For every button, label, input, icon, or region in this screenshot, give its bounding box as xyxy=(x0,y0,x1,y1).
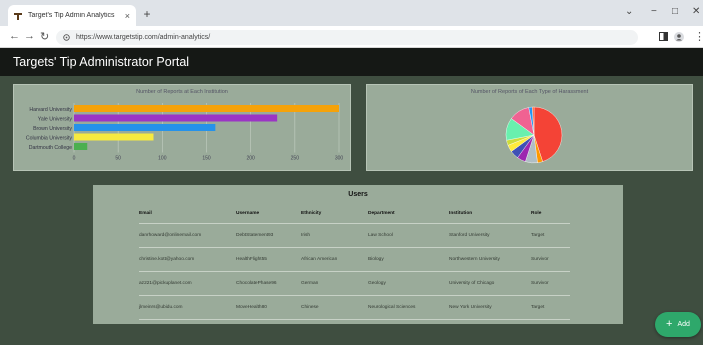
cell-department: Biology xyxy=(368,247,449,272)
bar xyxy=(74,105,339,112)
category-label: Brown University xyxy=(33,126,72,132)
bar xyxy=(74,143,88,150)
cell-ethnicity: African American xyxy=(301,247,368,272)
site-favicon-icon xyxy=(14,12,22,20)
table-row[interactable]: jlmeinrs@ubidu.com MoveHealth80 Chinese … xyxy=(139,295,570,320)
new-tab-button[interactable]: + xyxy=(140,7,154,21)
browser-tab-bar: Target's Tip Admin Analytics × + ⌄ − □ ✕ xyxy=(0,0,703,26)
cell-ethnicity: German xyxy=(301,271,368,296)
cell-role: Target xyxy=(531,295,570,320)
address-bar[interactable]: https://www.targetstip.com/admin-analyti… xyxy=(56,30,638,45)
cell-username: ChocolatePhase96 xyxy=(236,271,301,296)
back-icon[interactable]: ← xyxy=(9,30,20,42)
minimize-icon[interactable]: − xyxy=(651,6,657,17)
cell-department: Law School xyxy=(368,223,449,248)
x-tick-label: 150 xyxy=(202,156,211,162)
users-table: Email Username Ethnicity Department Inst… xyxy=(139,205,570,320)
forward-icon[interactable]: → xyxy=(24,30,35,42)
cell-email: az221@pickuplanet.com xyxy=(139,271,236,296)
category-label: Yale University xyxy=(38,117,73,123)
cell-institution: Stanford University xyxy=(449,223,531,248)
cell-email: danrhoward@onlinemail.com xyxy=(139,223,236,248)
institution-bar-chart: 0 50 100 150 200 250 300 Harvard University Yale… xyxy=(26,103,344,162)
cell-institution: Northwestern University xyxy=(449,247,531,272)
x-tick-label: 200 xyxy=(246,156,255,162)
x-tick-label: 100 xyxy=(158,156,167,162)
cell-department: Neurological Sciences xyxy=(368,295,449,320)
app-header: Targets' Tip Administrator Portal xyxy=(0,48,703,76)
browser-menu-icon[interactable]: ⋮ xyxy=(694,30,703,43)
cell-role: Survivor xyxy=(531,271,570,296)
x-tick-label: 50 xyxy=(115,156,121,162)
browser-tab[interactable]: Target's Tip Admin Analytics × xyxy=(8,5,136,26)
cell-username: MoveHealth80 xyxy=(236,295,301,320)
column-header-department[interactable]: Department xyxy=(368,205,449,224)
table-header-row: Email Username Ethnicity Department Inst… xyxy=(139,205,570,224)
column-header-ethnicity[interactable]: Ethnicity xyxy=(301,205,368,224)
cell-email: jlmeinrs@ubidu.com xyxy=(139,295,236,320)
users-card: Users Email Username Ethnicity Departmen… xyxy=(93,185,623,324)
plus-icon: + xyxy=(666,318,673,330)
sidebar-toggle-icon[interactable] xyxy=(659,32,668,41)
url-text: https://www.targetstip.com/admin-analyti… xyxy=(76,34,211,41)
profile-avatar-icon[interactable] xyxy=(674,32,684,42)
harassment-pie-chart xyxy=(505,106,563,164)
cell-email: christine.kott@yahoo.com xyxy=(139,247,236,272)
bar xyxy=(74,124,216,131)
table-row[interactable]: danrhoward@onlinemail.com DebtStatement9… xyxy=(139,223,570,248)
bar xyxy=(74,133,154,141)
browser-tab-title: Target's Tip Admin Analytics xyxy=(28,12,115,19)
column-header-role[interactable]: Role xyxy=(531,205,570,224)
x-tick-label: 250 xyxy=(291,156,300,162)
close-window-icon[interactable]: ✕ xyxy=(692,6,700,17)
page-title: Targets' Tip Administrator Portal xyxy=(13,55,190,69)
cell-institution: University of Chicago xyxy=(449,271,531,296)
reload-icon[interactable]: ↻ xyxy=(40,30,49,43)
table-row[interactable]: christine.kott@yahoo.com HealthFlight55 … xyxy=(139,247,570,272)
browser-toolbar: ← → ↻ https://www.targetstip.com/admin-a… xyxy=(0,26,703,48)
tab-close-icon[interactable]: × xyxy=(125,11,130,21)
cell-username: DebtStatement93 xyxy=(236,223,301,248)
add-button[interactable]: + Add xyxy=(655,312,701,337)
cell-role: Survivor xyxy=(531,247,570,272)
category-label: Harvard University xyxy=(29,107,72,113)
add-button-label: Add xyxy=(677,321,690,328)
column-header-email[interactable]: Email xyxy=(139,205,236,224)
bar xyxy=(74,114,278,122)
site-info-icon[interactable] xyxy=(63,34,70,41)
institution-chart-card: Number of Reports at Each Institution 05… xyxy=(13,84,351,171)
x-tick-label: 0 xyxy=(73,156,76,162)
table-row[interactable]: az221@pickuplanet.com ChocolatePhase96 G… xyxy=(139,271,570,296)
cell-institution: New York University xyxy=(449,295,531,320)
maximize-icon[interactable]: □ xyxy=(672,6,678,17)
cell-role: Target xyxy=(531,223,570,248)
users-title: Users xyxy=(348,191,368,198)
cell-username: HealthFlight55 xyxy=(236,247,301,272)
column-header-username[interactable]: Username xyxy=(236,205,301,224)
tab-search-icon[interactable]: ⌄ xyxy=(625,6,633,17)
column-header-institution[interactable]: Institution xyxy=(449,205,531,224)
x-tick-label: 300 xyxy=(335,156,344,162)
cell-ethnicity: Irish xyxy=(301,223,368,248)
category-label: Columbia University xyxy=(26,136,73,142)
cell-department: Geology xyxy=(368,271,449,296)
cell-ethnicity: Chinese xyxy=(301,295,368,320)
category-label: Dartmouth College xyxy=(29,145,72,151)
harassment-chart-card: Number of Reports of Each Type of Harass… xyxy=(366,84,693,171)
